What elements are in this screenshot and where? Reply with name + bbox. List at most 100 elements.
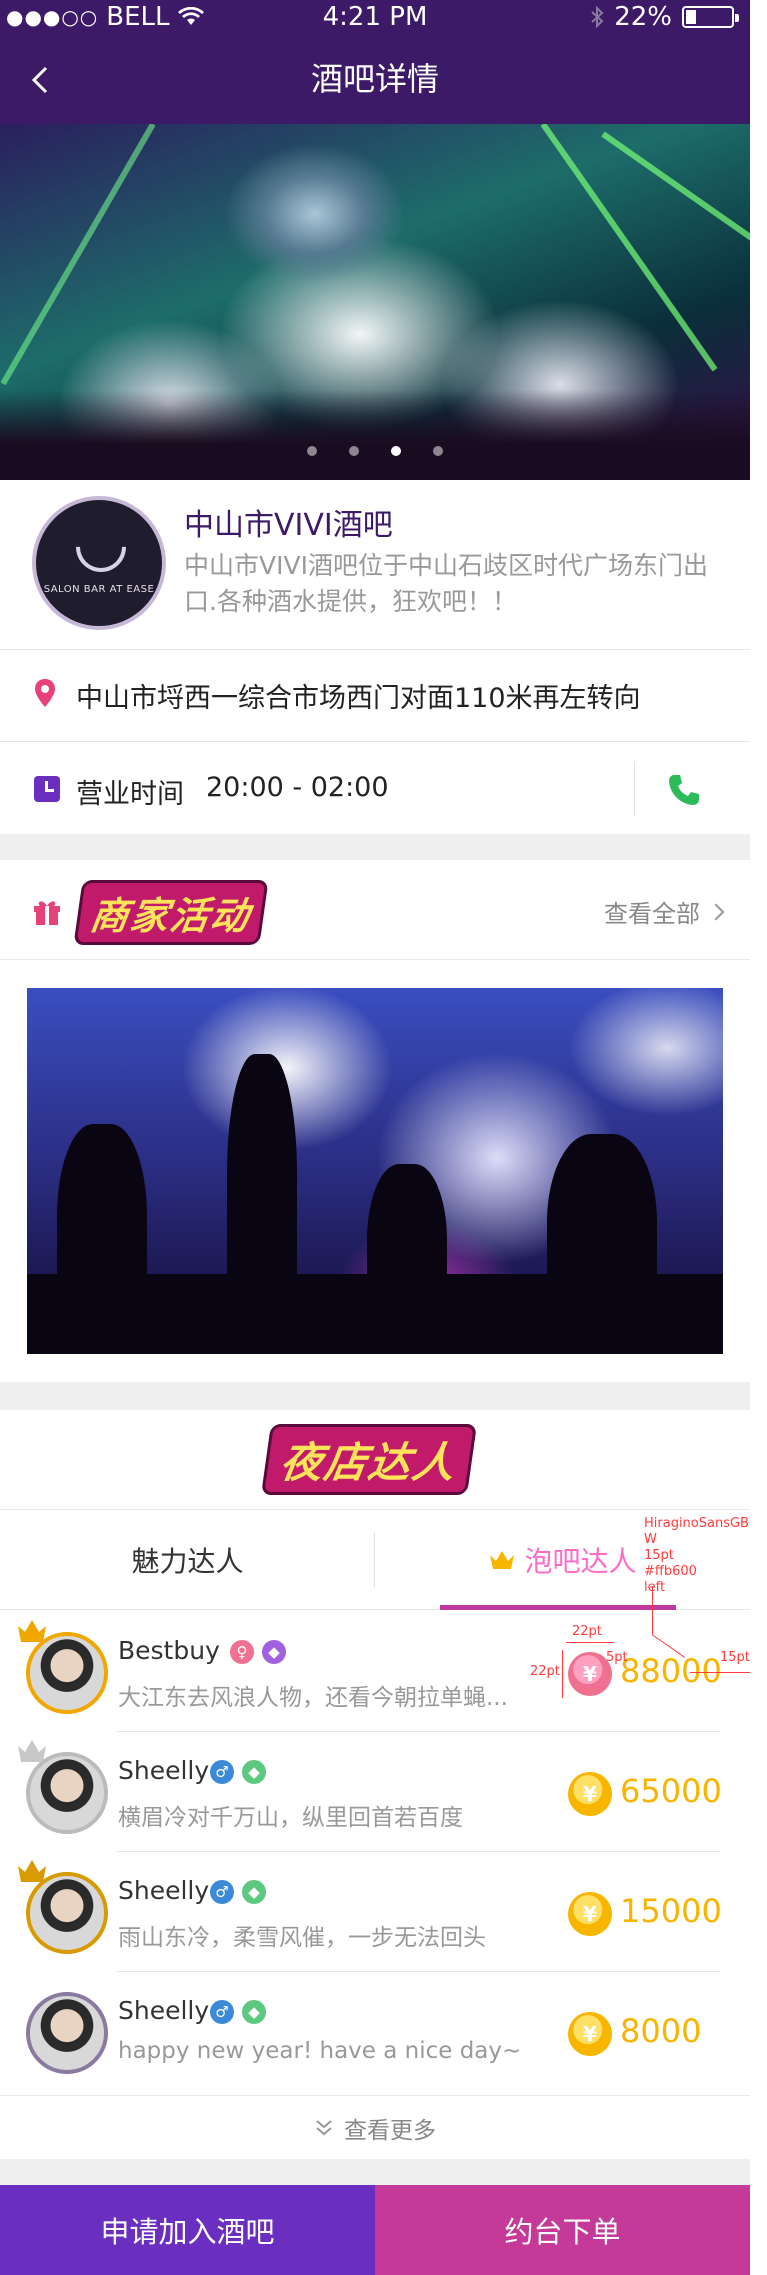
activity-image[interactable]	[27, 988, 723, 1354]
bluetooth-icon	[591, 6, 604, 28]
status-right: 22%	[590, 2, 739, 32]
app-root: ●●●○○ BELL 4:21 PM 22% 酒吧详情 SALON BAR AT…	[0, 0, 767, 2275]
crowd-silhouette	[0, 390, 750, 480]
list-item[interactable]: Sheelly ♂ ◆ happy new year! have a nice …	[0, 1972, 750, 2092]
bar-name: 中山市VIVI酒吧	[184, 508, 393, 543]
hours-row: 营业时间 20:00 - 02:00	[0, 742, 750, 834]
talent-header: 夜店达人	[0, 1410, 750, 1510]
book-table-button[interactable]: 约台下单	[375, 2185, 750, 2275]
location-pin-icon	[35, 679, 55, 707]
user-name: Sheelly	[118, 1996, 210, 2025]
user-badges: ♀ ◆	[230, 1640, 286, 1664]
laser-beam	[0, 124, 156, 386]
double-chevron-down-icon	[316, 2119, 332, 2135]
battery-percent: 22%	[614, 2, 672, 32]
diamond-icon: ◆	[262, 1640, 286, 1664]
user-bio: 大江东去风浪人物，还看今朝拉单蝇...	[118, 1685, 508, 1711]
carousel-dot[interactable]	[391, 446, 401, 456]
logo-text: SALON BAR AT EASE	[43, 584, 155, 595]
coin-icon: ¥	[568, 1772, 612, 1816]
avatar	[26, 1992, 108, 2074]
coin-amount: 8000	[620, 2012, 702, 2050]
see-more-button[interactable]: 查看更多	[0, 2095, 750, 2159]
spec-dim-left: 22pt	[530, 1664, 560, 1679]
diamond-icon: ◆	[242, 2000, 266, 2024]
carousel-dot[interactable]	[433, 446, 443, 456]
divider	[634, 762, 635, 816]
tab-charm-label: 魅力达人	[131, 1545, 244, 1578]
user-badges: ♂ ◆	[210, 1760, 266, 1784]
page-edge	[750, 0, 767, 2275]
laser-beam	[540, 124, 718, 372]
bar-info-card: SALON BAR AT EASE 中山市VIVI酒吧 中山市VIVI酒吧位于中…	[0, 480, 750, 650]
male-icon: ♂	[210, 1760, 234, 1784]
user-badges: ♂ ◆	[210, 1880, 266, 1904]
hours-label: 营业时间	[76, 779, 184, 810]
carousel-indicator	[0, 446, 750, 456]
section-gap	[0, 834, 750, 860]
coin-amount: 88000	[620, 1652, 722, 1690]
see-all-label: 查看全部	[604, 900, 700, 928]
phone-icon[interactable]	[666, 772, 702, 808]
activities-header: 商家活动 查看全部	[0, 860, 750, 960]
user-name: Sheelly	[118, 1876, 210, 1905]
spec-annotation: HiraginoSansGB-W 15pt #ffb600 left	[644, 1516, 750, 1596]
spec-dim-gap: 5pt	[606, 1650, 628, 1665]
avatar	[26, 1752, 108, 1834]
hero-banner-image[interactable]	[0, 124, 750, 480]
see-more-label: 查看更多	[344, 2117, 436, 2144]
bar-logo: SALON BAR AT EASE	[32, 496, 166, 630]
user-bio: 横眉冷对千万山，纵里回首若百度	[118, 1805, 463, 1831]
spec-font: HiraginoSansGB-W	[644, 1516, 750, 1547]
laser-beam	[601, 131, 750, 309]
carousel-dot[interactable]	[307, 446, 317, 456]
user-name: Sheelly	[118, 1756, 210, 1785]
activities-title: 商家活动	[73, 880, 269, 945]
talent-tabs: 魅力达人 泡吧达人	[0, 1510, 750, 1610]
list-item[interactable]: Sheelly ♂ ◆ 横眉冷对千万山，纵里回首若百度 ¥ 65000	[0, 1732, 750, 1852]
tab-active-underline	[440, 1605, 676, 1610]
coin-amount: 65000	[620, 1772, 722, 1810]
clock-icon	[34, 776, 60, 802]
diamond-icon: ◆	[242, 1880, 266, 1904]
user-name: Bestbuy	[118, 1636, 220, 1665]
crown-icon	[490, 1551, 515, 1569]
page-title: 酒吧详情	[310, 60, 439, 98]
spec-dim-top: 22pt	[572, 1624, 602, 1639]
gift-icon	[34, 901, 60, 925]
bronze-crown-icon	[18, 1860, 46, 1882]
male-icon: ♂	[210, 1880, 234, 1904]
male-icon: ♂	[210, 2000, 234, 2024]
spec-dim-right: 15pt	[720, 1650, 750, 1665]
section-gap	[0, 1382, 750, 1410]
address-row[interactable]: 中山市埒西一综合市场西门对面110米再左转向	[0, 650, 750, 742]
page-content: ●●●○○ BELL 4:21 PM 22% 酒吧详情 SALON BAR AT…	[0, 0, 750, 2275]
carousel-dot[interactable]	[349, 446, 359, 456]
gold-crown-icon	[18, 1620, 46, 1642]
hours-value: 20:00 - 02:00	[206, 772, 389, 803]
spec-dim-line	[562, 1650, 563, 1698]
join-bar-button[interactable]: 申请加入酒吧	[0, 2185, 375, 2275]
coin-amount: 15000	[620, 1892, 722, 1930]
list-item[interactable]: Bestbuy ♀ ◆ 大江东去风浪人物，还看今朝拉单蝇... ¥ 88000	[0, 1612, 750, 1732]
list-item[interactable]: Sheelly ♂ ◆ 雨山东冷，柔雪风催，一步无法回头 ¥ 15000	[0, 1852, 750, 1972]
spec-dim-line	[566, 1642, 614, 1643]
see-all-link[interactable]: 查看全部	[604, 894, 725, 929]
bar-description: 中山市VIVI酒吧位于中山石歧区时代广场东门出口.各种酒水提供，狂欢吧！！	[184, 551, 708, 616]
female-icon: ♀	[230, 1640, 254, 1664]
battery-icon	[682, 6, 739, 28]
spec-leader-line	[652, 1586, 653, 1634]
coin-icon: ¥	[568, 2012, 612, 2056]
talent-title: 夜店达人	[261, 1424, 478, 1495]
silver-crown-icon	[18, 1740, 46, 1762]
section-gap	[0, 2159, 750, 2185]
moon-icon	[65, 511, 137, 583]
bottom-action-bar: 申请加入酒吧 约台下单	[0, 2185, 750, 2275]
coin-icon: ¥	[568, 1892, 612, 1936]
user-bio: happy new year! have a nice day~	[118, 2038, 522, 2064]
tab-charm[interactable]: 魅力达人	[0, 1510, 375, 1610]
user-badges: ♂ ◆	[210, 2000, 266, 2024]
diamond-icon: ◆	[242, 1760, 266, 1784]
spec-size: 15pt	[644, 1548, 674, 1563]
top-bar: ●●●○○ BELL 4:21 PM 22% 酒吧详情	[0, 0, 750, 124]
